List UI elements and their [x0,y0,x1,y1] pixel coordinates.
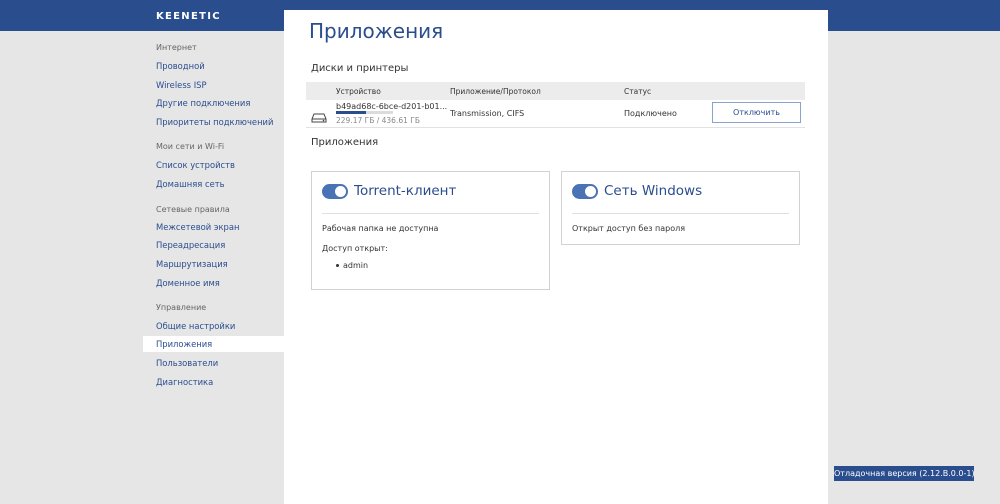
table-header: Устройство Приложение/Протокол Статус [306,82,805,100]
app-card-windows-network: Сеть Windows Открыт доступ без пароля [561,171,800,245]
sidebar: Интернет Проводной Wireless ISP Другие п… [143,31,284,504]
app-card-header: Torrent-клиент [322,172,539,214]
disconnect-button[interactable]: Отключить [712,102,801,123]
sidebar-item-home-network[interactable]: Домашняя сеть [143,176,284,192]
nav-group-my-networks: Мои сети и Wi-Fi [156,142,225,151]
column-header-protocol: Приложение/Протокол [450,87,541,96]
column-header-device: Устройство [336,87,381,96]
brand-logo[interactable]: KEENETIC [156,11,221,22]
device-name[interactable]: b49ad68c-6bce-d201-b01... [336,102,447,111]
main-panel: Приложения Диски и принтеры Устройство П… [284,10,828,504]
sidebar-item-other-connections[interactable]: Другие подключения [143,95,284,111]
sidebar-item-firewall[interactable]: Межсетевой экран [143,219,284,235]
device-status: Подключено [624,109,677,118]
sidebar-item-applications[interactable]: Приложения [143,336,284,352]
sidebar-item-diagnostics[interactable]: Диагностика [143,374,284,390]
sidebar-item-connection-priorities[interactable]: Приоритеты подключений [143,114,284,130]
list-item: admin [335,261,369,270]
sidebar-item-wireless-isp[interactable]: Wireless ISP [143,77,284,93]
sidebar-item-forwarding[interactable]: Переадресация [143,237,284,253]
disks-table: Устройство Приложение/Протокол Статус b4… [306,82,805,128]
version-badge: Отладочная версия (2.12.B.0.0-1) [834,466,975,481]
sidebar-item-wired[interactable]: Проводной [143,58,284,74]
sidebar-item-general-settings[interactable]: Общие настройки [143,318,284,334]
nav-group-internet: Интернет [156,43,197,52]
sidebar-item-domain-name[interactable]: Доменное имя [143,275,284,291]
windows-network-toggle[interactable] [572,184,598,199]
app-card-header: Сеть Windows [572,172,789,214]
toggle-knob [585,186,596,197]
table-row: b49ad68c-6bce-d201-b01... 229.17 ГБ / 43… [306,100,805,128]
toggle-knob [335,186,346,197]
app-card-torrent: Torrent-клиент Рабочая папка не доступна… [311,171,550,290]
app-card-title: Сеть Windows [604,183,703,199]
disk-usage-bar [336,111,393,114]
apps-section-title: Приложения [311,137,379,148]
device-size: 229.17 ГБ / 436.61 ГБ [336,116,420,125]
app-card-status-text: Рабочая папка не доступна [322,224,439,233]
disks-section-title: Диски и принтеры [311,63,409,74]
disk-usage-fill [336,111,366,114]
sidebar-item-users[interactable]: Пользователи [143,355,284,371]
torrent-toggle[interactable] [322,184,348,199]
sidebar-item-device-list[interactable]: Список устройств [143,157,284,173]
device-protocol: Transmission, CIFS [450,109,525,118]
nav-group-management: Управление [156,303,207,312]
page-title: Приложения [309,19,444,43]
hard-drive-icon [311,108,327,127]
nav-group-network-rules: Сетевые правила [156,205,230,214]
app-card-access-label: Доступ открыт: [322,244,388,253]
sidebar-item-routing[interactable]: Маршрутизация [143,256,284,272]
app-card-title: Torrent-клиент [354,183,457,199]
app-card-status-text: Открыт доступ без пароля [572,224,686,233]
column-header-status: Статус [624,87,652,96]
